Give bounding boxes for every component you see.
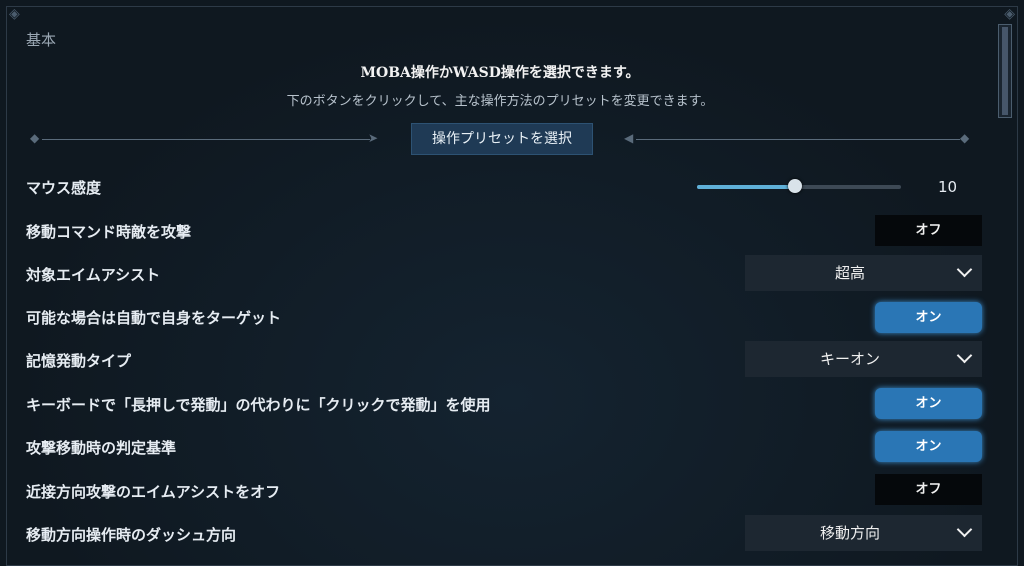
slider-fill [697,185,795,189]
corner-ornament-icon: ◈ [9,6,20,22]
move-command-attack-label: 移動コマンド時敵を攻撃 [26,223,192,241]
ornament-right-end-icon: ◆ [960,131,970,145]
slider-thumb[interactable] [788,179,802,193]
page-heading: MOBA操作かWASD操作を選択できます。 [360,65,640,81]
attack-move-criteria-toggle[interactable]: オン [875,431,982,462]
chevron-down-icon [956,347,973,364]
ornament-arrow-right-icon: ➤ [368,131,379,145]
scrollbar-thumb[interactable] [1002,27,1008,115]
auto-self-target-toggle[interactable]: オン [875,302,982,333]
select-preset-button[interactable]: 操作プリセットを選択 [411,123,593,155]
ornament-left-end-icon: ◆ [30,131,40,145]
scrollbar[interactable] [998,24,1012,118]
ornament-arrow-left-icon: ◀ [624,131,634,145]
chevron-down-icon [956,261,973,278]
dropdown-value: キーオン [819,350,880,368]
move-command-attack-toggle[interactable]: オフ [875,215,982,246]
memory-trigger-type-dropdown[interactable]: キーオン [745,341,982,377]
target-aim-assist-dropdown[interactable]: 超高 [745,255,982,291]
corner-ornament-icon: ◈ [1004,6,1015,22]
dropdown-value: 移動方向 [819,524,880,542]
mouse-sensitivity-slider[interactable] [697,179,901,193]
section-title: 基本 [26,31,57,49]
page-subheading: 下のボタンをクリックして、主な操作方法のプリセットを変更できます。 [286,94,714,109]
auto-self-target-label: 可能な場合は自動で自身をターゲット [26,309,282,327]
ornament-line-right [636,139,960,140]
dropdown-value: 超高 [834,264,865,282]
chevron-down-icon [956,521,973,538]
ornament-line-left [42,139,370,140]
click-instead-of-hold-label: キーボードで「長押しで発動」の代わりに「クリックで発動」を使用 [26,396,491,414]
click-instead-of-hold-toggle[interactable]: オン [875,388,982,419]
target-aim-assist-label: 対象エイムアシスト [26,266,161,284]
melee-aim-assist-off-label: 近接方向攻撃のエイムアシストをオフ [26,483,281,501]
melee-aim-assist-off-toggle[interactable]: オフ [875,474,982,505]
mouse-sensitivity-label: マウス感度 [26,179,102,197]
attack-move-criteria-label: 攻撃移動時の判定基準 [26,439,177,457]
dash-direction-label: 移動方向操作時のダッシュ方向 [26,526,237,544]
dash-direction-dropdown[interactable]: 移動方向 [745,515,982,551]
memory-trigger-type-label: 記憶発動タイプ [26,352,132,370]
mouse-sensitivity-value: 10 [938,178,958,196]
